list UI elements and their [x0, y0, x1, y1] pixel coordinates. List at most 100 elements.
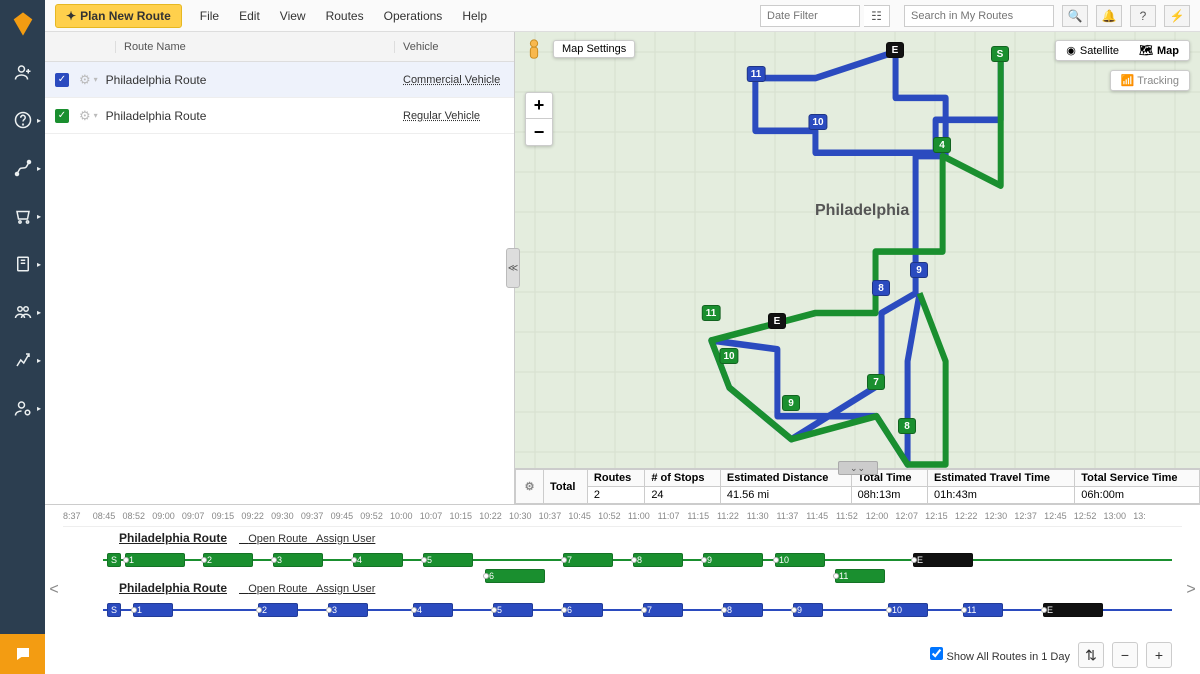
- bell-icon[interactable]: 🔔: [1096, 5, 1122, 27]
- timeline-stop[interactable]: S: [107, 553, 121, 567]
- map-marker[interactable]: E: [886, 42, 904, 58]
- route-row[interactable]: ✓ ⚙ ▾ Philadelphia Route Regular Vehicle: [45, 98, 514, 134]
- timeline-stop[interactable]: 1: [125, 553, 185, 567]
- search-icon[interactable]: 🔍: [1062, 5, 1088, 27]
- map-marker[interactable]: 8: [872, 280, 890, 296]
- map-marker[interactable]: S: [991, 46, 1009, 62]
- nav-help-icon[interactable]: [0, 106, 45, 134]
- header-route-name: Route Name: [115, 41, 394, 53]
- menu-help[interactable]: Help: [462, 9, 487, 23]
- calendar-icon[interactable]: ☷: [864, 5, 890, 27]
- timeline-tick: 10:37: [539, 511, 562, 521]
- timeline-stop[interactable]: E: [1043, 603, 1103, 617]
- timeline-tick: 11:52: [836, 511, 858, 521]
- chevron-down-icon[interactable]: ▾: [94, 75, 98, 84]
- timeline-tick: 11:45: [806, 511, 828, 521]
- bolt-icon[interactable]: ⚡: [1164, 5, 1190, 27]
- map-marker[interactable]: 10: [719, 348, 738, 364]
- map-marker[interactable]: 7: [867, 374, 885, 390]
- timeline-stop[interactable]: 5: [423, 553, 473, 567]
- map-marker[interactable]: 8: [898, 418, 916, 434]
- map-marker[interactable]: 11: [747, 66, 766, 82]
- timeline-tick: 09:30: [271, 511, 294, 521]
- timeline-tick: 8:37: [63, 511, 81, 521]
- open-route-link[interactable]: Open Route: [248, 533, 307, 545]
- timeline-stop[interactable]: 2: [203, 553, 253, 567]
- map-marker[interactable]: 9: [910, 262, 928, 278]
- map-marker[interactable]: 9: [782, 395, 800, 411]
- date-filter-input[interactable]: [760, 5, 860, 27]
- timeline-prev-button[interactable]: <: [45, 505, 63, 674]
- route-checkbox[interactable]: ✓: [55, 109, 69, 123]
- gear-icon[interactable]: ⚙: [79, 72, 91, 88]
- nav-team-icon[interactable]: [0, 298, 45, 326]
- timeline-stop[interactable]: 10: [888, 603, 928, 617]
- nav-analytics-icon[interactable]: [0, 346, 45, 374]
- menu-file[interactable]: File: [200, 9, 219, 23]
- timeline-stop[interactable]: 7: [643, 603, 683, 617]
- timeline-stop[interactable]: 11: [963, 603, 1003, 617]
- menu-routes[interactable]: Routes: [326, 9, 364, 23]
- nav-add-user-icon[interactable]: [0, 58, 45, 86]
- map-marker[interactable]: 10: [808, 114, 827, 130]
- nav-book-icon[interactable]: [0, 250, 45, 278]
- timeline-sort-button[interactable]: ⇅: [1078, 642, 1104, 668]
- timeline-stop[interactable]: 7: [563, 553, 613, 567]
- timeline-tick: 09:00: [152, 511, 175, 521]
- menu-operations[interactable]: Operations: [384, 9, 443, 23]
- assign-user-link[interactable]: Assign User: [316, 533, 375, 545]
- menu-edit[interactable]: Edit: [239, 9, 260, 23]
- vehicle-link[interactable]: Commercial Vehicle: [394, 74, 514, 86]
- timeline-stop[interactable]: 8: [723, 603, 763, 617]
- timeline-stop[interactable]: 8: [633, 553, 683, 567]
- summary-gear-icon[interactable]: ⚙: [516, 470, 544, 504]
- timeline-tick: 10:52: [598, 511, 621, 521]
- timeline-zoom-in-button[interactable]: +: [1146, 642, 1172, 668]
- summary-drag-handle-icon[interactable]: ⌄⌄: [838, 461, 878, 475]
- nav-user-settings-icon[interactable]: [0, 394, 45, 422]
- map-panel[interactable]: ≪ Map Settings + − ◉Satellite 🗺Map 📶 Tra…: [515, 32, 1200, 504]
- timeline-stop[interactable]: 3: [328, 603, 368, 617]
- nav-routes-icon[interactable]: [0, 154, 45, 182]
- route-checkbox[interactable]: ✓: [55, 73, 69, 87]
- timeline-stop[interactable]: 6: [563, 603, 603, 617]
- timeline-route-label[interactable]: Philadelphia Route Open Route Assign Use…: [119, 581, 1182, 595]
- timeline-stop[interactable]: 1: [133, 603, 173, 617]
- timeline-stop[interactable]: 10: [775, 553, 825, 567]
- plan-new-route-button[interactable]: ✦ Plan New Route: [55, 4, 182, 28]
- search-input[interactable]: [904, 5, 1054, 27]
- map-marker[interactable]: 11: [702, 305, 721, 321]
- vehicle-link[interactable]: Regular Vehicle: [394, 110, 514, 122]
- route-row[interactable]: ✓ ⚙ ▾ Philadelphia Route Commercial Vehi…: [45, 62, 514, 98]
- help-icon[interactable]: ?: [1130, 5, 1156, 27]
- show-all-routes-checkbox[interactable]: Show All Routes in 1 Day: [930, 647, 1070, 663]
- nav-cart-icon[interactable]: [0, 202, 45, 230]
- timeline-stop[interactable]: E: [913, 553, 973, 567]
- map-marker[interactable]: 4: [933, 137, 951, 153]
- timeline-stop[interactable]: S: [107, 603, 121, 617]
- timeline-footer: Show All Routes in 1 Day ⇅ − +: [930, 642, 1172, 668]
- map-marker[interactable]: E: [768, 313, 786, 329]
- summary-value: 01h:43m: [928, 487, 1075, 504]
- chevron-down-icon[interactable]: ▾: [94, 111, 98, 120]
- timeline-stop[interactable]: 6: [485, 569, 545, 583]
- timeline-stop[interactable]: 9: [703, 553, 763, 567]
- gear-icon[interactable]: ⚙: [79, 108, 91, 124]
- menu-view[interactable]: View: [280, 9, 306, 23]
- timeline-tick: 10:07: [420, 511, 443, 521]
- timeline-stop[interactable]: 9: [793, 603, 823, 617]
- summary-header: # of Stops: [645, 470, 721, 487]
- summary-value: 41.56 mi: [720, 487, 851, 504]
- timeline-route-label[interactable]: Philadelphia Route Open Route Assign Use…: [119, 531, 1182, 545]
- timeline-stop[interactable]: 11: [835, 569, 885, 583]
- timeline-stop[interactable]: 4: [413, 603, 453, 617]
- open-route-link[interactable]: Open Route: [248, 583, 307, 595]
- chat-button[interactable]: [0, 634, 45, 674]
- timeline-next-button[interactable]: >: [1182, 505, 1200, 674]
- timeline-stop[interactable]: 2: [258, 603, 298, 617]
- timeline-stop[interactable]: 3: [273, 553, 323, 567]
- timeline-stop[interactable]: 5: [493, 603, 533, 617]
- assign-user-link[interactable]: Assign User: [316, 583, 375, 595]
- timeline-stop[interactable]: 4: [353, 553, 403, 567]
- timeline-zoom-out-button[interactable]: −: [1112, 642, 1138, 668]
